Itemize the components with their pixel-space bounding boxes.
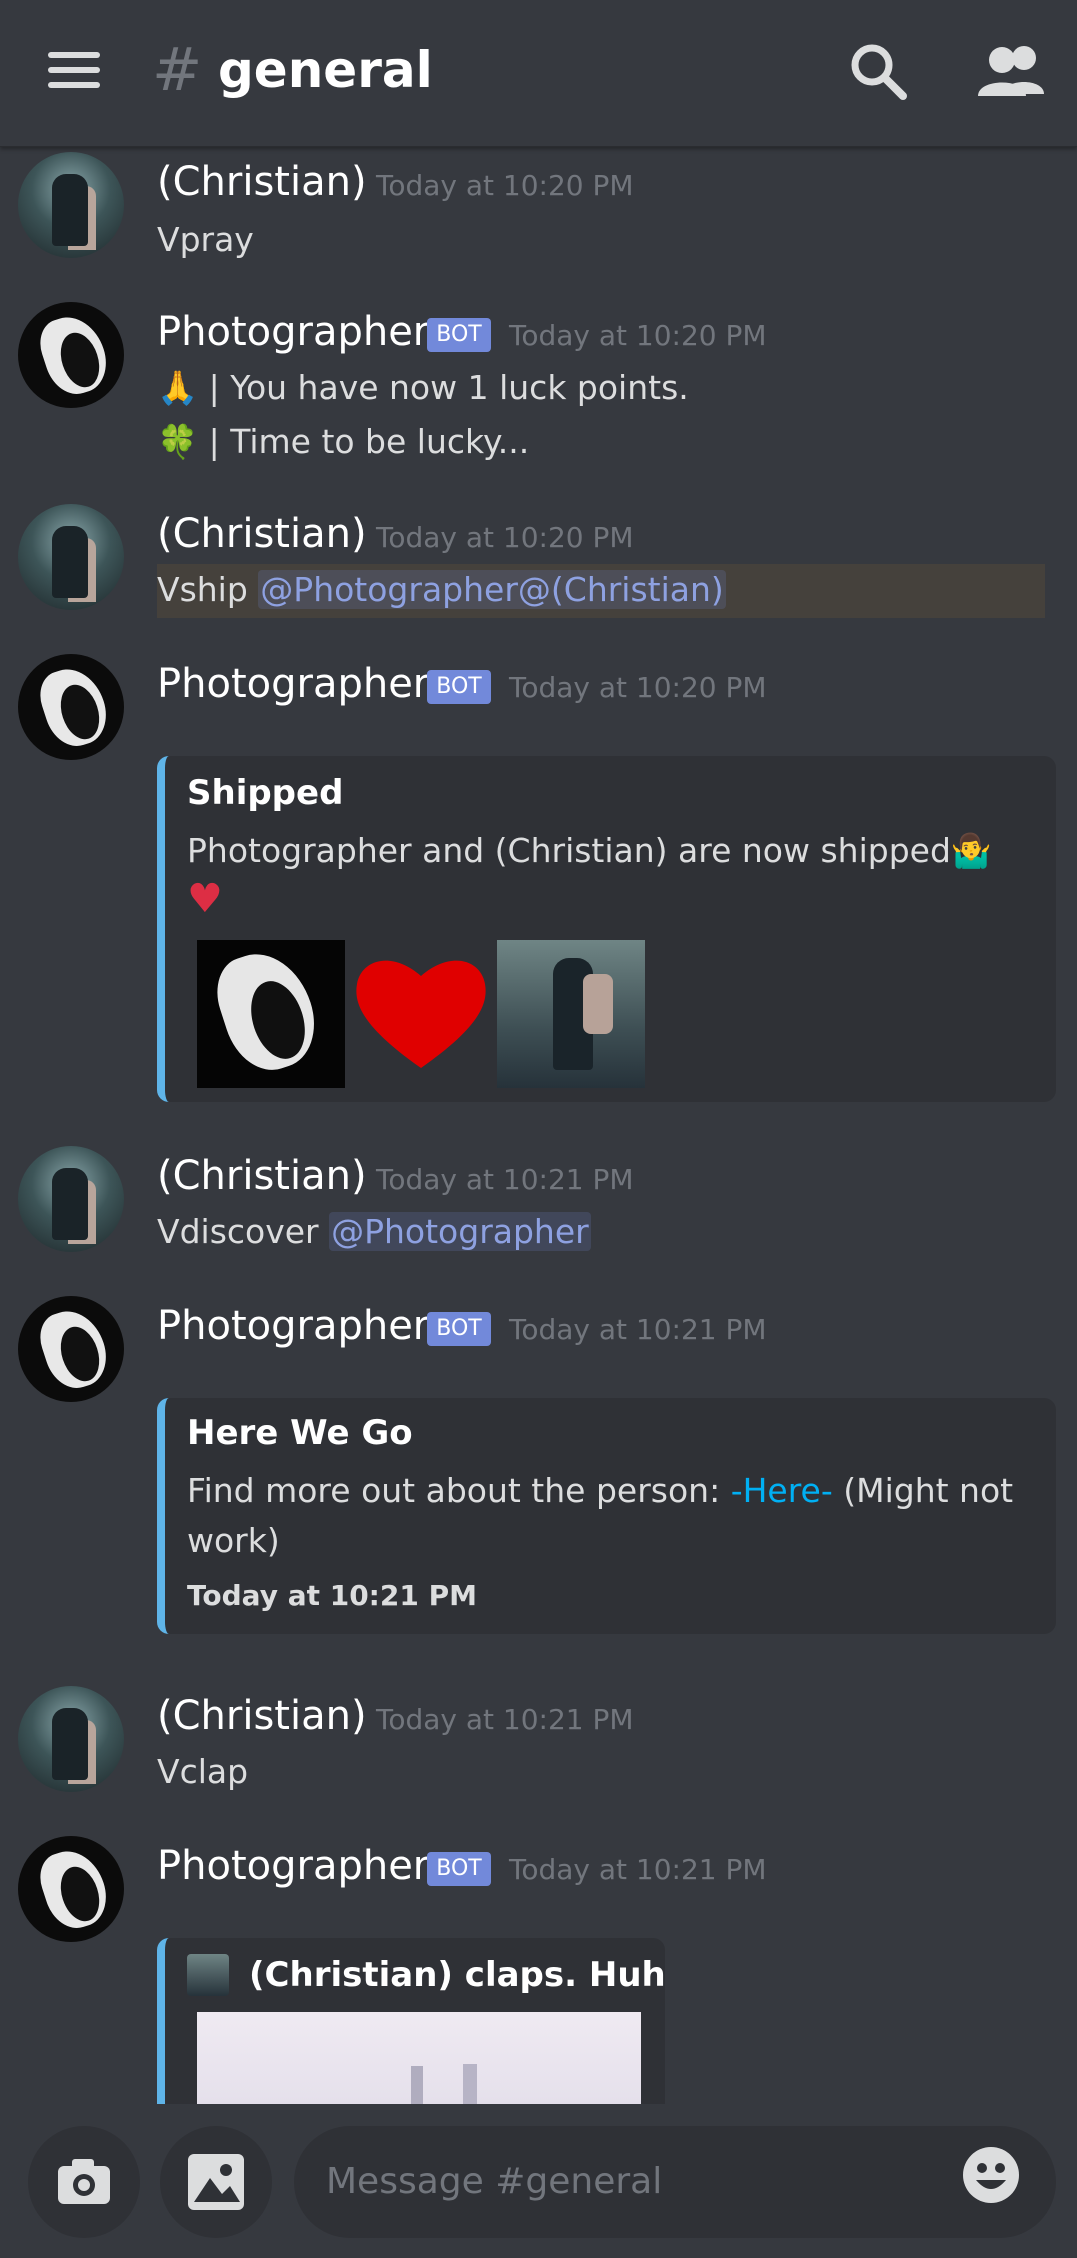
- embed-description: Find more out about the person: -Here- (…: [187, 1471, 1014, 1510]
- bot-badge: BOT: [427, 1852, 491, 1886]
- timestamp: Today at 10:20 PM: [509, 319, 767, 352]
- avatar[interactable]: [18, 1686, 124, 1792]
- heart-image: [347, 940, 495, 1088]
- members-icon[interactable]: [976, 38, 1050, 104]
- embed-footer-timestamp: Today at 10:21 PM: [187, 1579, 477, 1612]
- message-line: 🙏 | You have now 1 luck points.: [157, 368, 689, 407]
- bot-badge: BOT: [427, 318, 491, 352]
- user-mention[interactable]: @Photographer@(Christian): [258, 570, 726, 609]
- clap-gif-image[interactable]: [197, 2012, 641, 2104]
- author-name[interactable]: (Christian): [157, 510, 367, 558]
- timestamp: Today at 10:21 PM: [509, 1313, 767, 1346]
- author-name[interactable]: Photographer: [157, 308, 429, 356]
- heart-icon: ♥: [187, 876, 223, 922]
- embed-title: Shipped: [187, 773, 344, 813]
- avatar[interactable]: [18, 1836, 124, 1942]
- message-composer: Message #general: [0, 2104, 1077, 2258]
- pray-emoji-icon: 🙏: [157, 368, 199, 407]
- embed-card: Here We Go Find more out about the perso…: [157, 1398, 1056, 1634]
- camera-icon: [58, 2159, 110, 2204]
- avatar[interactable]: [18, 654, 124, 760]
- avatar[interactable]: [18, 1146, 124, 1252]
- message-text: Vpray: [157, 220, 254, 259]
- author-name[interactable]: (Christian): [157, 1152, 367, 1200]
- profile-image[interactable]: [197, 940, 345, 1088]
- channel-header: # general: [0, 0, 1077, 147]
- author-name[interactable]: Photographer: [157, 1842, 429, 1890]
- here-link[interactable]: -Here-: [731, 1471, 833, 1510]
- embed-description: Photographer and (Christian) are now shi…: [187, 831, 992, 870]
- author-name[interactable]: (Christian): [157, 158, 367, 206]
- embed-description-line2: work): [187, 1521, 280, 1560]
- profile-image[interactable]: [497, 940, 645, 1088]
- message-text: Vship @Photographer@(Christian): [157, 570, 726, 609]
- user-mention[interactable]: @Photographer: [329, 1212, 591, 1251]
- embed-card: (Christian) claps. Huh?: [157, 1938, 665, 2104]
- avatar[interactable]: [18, 152, 124, 258]
- embed-title: Here We Go: [187, 1413, 413, 1453]
- image-icon: [188, 2154, 244, 2210]
- timestamp: Today at 10:20 PM: [376, 169, 634, 202]
- embed-card: Shipped Photographer and (Christian) are…: [157, 756, 1056, 1102]
- embed-title: (Christian) claps. Huh?: [249, 1955, 665, 1995]
- avatar[interactable]: [18, 504, 124, 610]
- channel-name: general: [218, 41, 433, 99]
- channel-hash: #: [152, 35, 203, 105]
- timestamp: Today at 10:21 PM: [376, 1703, 634, 1736]
- author-icon: [187, 1954, 229, 1996]
- timestamp: Today at 10:21 PM: [376, 1163, 634, 1196]
- timestamp: Today at 10:20 PM: [376, 521, 634, 554]
- image-upload-button[interactable]: [160, 2126, 272, 2238]
- timestamp: Today at 10:21 PM: [509, 1853, 767, 1886]
- avatar[interactable]: [18, 302, 124, 408]
- emoji-icon[interactable]: [960, 2144, 1022, 2206]
- timestamp: Today at 10:20 PM: [509, 671, 767, 704]
- author-name[interactable]: Photographer: [157, 660, 429, 708]
- bot-badge: BOT: [427, 670, 491, 704]
- camera-button[interactable]: [28, 2126, 140, 2238]
- clover-emoji-icon: 🍀: [157, 422, 199, 461]
- search-icon[interactable]: [845, 38, 911, 104]
- message-text: Vdiscover @Photographer: [157, 1212, 591, 1251]
- author-name[interactable]: Photographer: [157, 1302, 429, 1350]
- message-line: 🍀 | Time to be lucky...: [157, 422, 530, 461]
- message-text: Vclap: [157, 1752, 249, 1791]
- avatar[interactable]: [18, 1296, 124, 1402]
- bot-badge: BOT: [427, 1312, 491, 1346]
- message-feed[interactable]: (Christian) Today at 10:20 PM Vpray Phot…: [0, 146, 1077, 2104]
- message-input[interactable]: Message #general: [294, 2126, 1056, 2238]
- menu-icon[interactable]: [48, 50, 100, 90]
- author-name[interactable]: (Christian): [157, 1692, 367, 1740]
